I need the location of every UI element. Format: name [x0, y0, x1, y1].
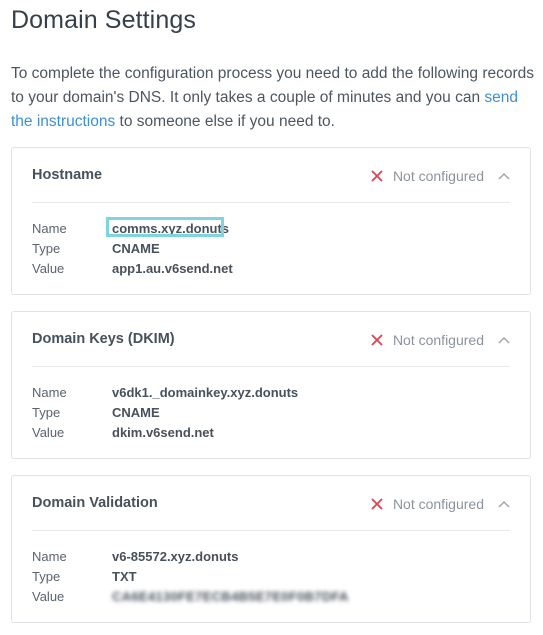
status-indicator: Not configured	[371, 495, 510, 513]
card-title: Domain Keys (DKIM)	[32, 331, 175, 347]
page-title: Domain Settings	[11, 6, 196, 34]
record-row-name: Name v6dk1._domainkey.xyz.donuts	[32, 382, 298, 402]
record-label: Name	[32, 384, 67, 400]
status-indicator: Not configured	[371, 331, 510, 349]
record-label: Type	[32, 240, 61, 256]
record-row-value: Value CA6E4130FE7ECB4B5E7E0F0B7DFA	[32, 586, 349, 606]
chevron-up-icon[interactable]	[498, 172, 510, 180]
card-header[interactable]: Domain Keys (DKIM) Not configured	[32, 312, 510, 367]
record-value: v6dk1._domainkey.xyz.donuts	[112, 384, 299, 400]
record-value: app1.au.v6send.net	[112, 260, 233, 276]
record-value: CNAME	[112, 240, 160, 256]
highlight-box	[106, 216, 224, 237]
record-value: v6-85572.xyz.donuts	[112, 548, 239, 564]
record-row-type: Type CNAME	[32, 402, 298, 422]
card-title: Domain Validation	[32, 495, 158, 511]
record-row-type: Type CNAME	[32, 238, 233, 258]
chevron-up-icon[interactable]	[498, 336, 510, 344]
record-value: TXT	[112, 568, 137, 584]
domain-validation-card: Domain Validation Not configured Name v6…	[11, 475, 531, 623]
hostname-card: Hostname Not configured Name comms.xyz.d…	[11, 147, 531, 295]
record-label: Type	[32, 568, 61, 584]
close-icon	[371, 334, 383, 346]
record-label: Type	[32, 404, 61, 420]
status-indicator: Not configured	[371, 167, 510, 185]
status-text: Not configured	[392, 168, 484, 184]
record-row-name: Name v6-85572.xyz.donuts	[32, 546, 349, 566]
record-label: Value	[32, 260, 65, 276]
dkim-card: Domain Keys (DKIM) Not configured Name v…	[11, 311, 531, 459]
card-title: Hostname	[32, 167, 103, 183]
record-value: dkim.v6send.net	[112, 424, 214, 440]
record-row-value: Value app1.au.v6send.net	[32, 258, 233, 278]
record-row-value: Value dkim.v6send.net	[32, 422, 298, 442]
status-text: Not configured	[392, 332, 484, 348]
intro-text-start: To complete the configuration process yo…	[11, 65, 535, 106]
record-row-name: Name comms.xyz.donuts	[32, 216, 233, 238]
close-icon	[371, 170, 383, 182]
record-label: Name	[32, 548, 67, 564]
chevron-up-icon[interactable]	[498, 500, 510, 508]
card-header[interactable]: Hostname Not configured	[32, 148, 510, 203]
record-details: Name comms.xyz.donuts Type CNAME Value a…	[32, 216, 233, 278]
record-label: Name	[32, 220, 67, 236]
close-icon	[371, 498, 383, 510]
status-text: Not configured	[392, 496, 484, 512]
intro-text: To complete the configuration process yo…	[11, 62, 536, 134]
record-value: CNAME	[112, 404, 160, 420]
redacted-record-value: CA6E4130FE7ECB4B5E7E0F0B7DFA	[112, 588, 349, 604]
record-row-type: Type TXT	[32, 566, 349, 586]
intro-text-end: to someone else if you need to.	[115, 113, 335, 130]
record-label: Value	[32, 588, 65, 604]
card-header[interactable]: Domain Validation Not configured	[32, 476, 510, 531]
record-details: Name v6-85572.xyz.donuts Type TXT Value …	[32, 546, 349, 606]
record-details: Name v6dk1._domainkey.xyz.donuts Type CN…	[32, 382, 298, 442]
record-label: Value	[32, 424, 65, 440]
